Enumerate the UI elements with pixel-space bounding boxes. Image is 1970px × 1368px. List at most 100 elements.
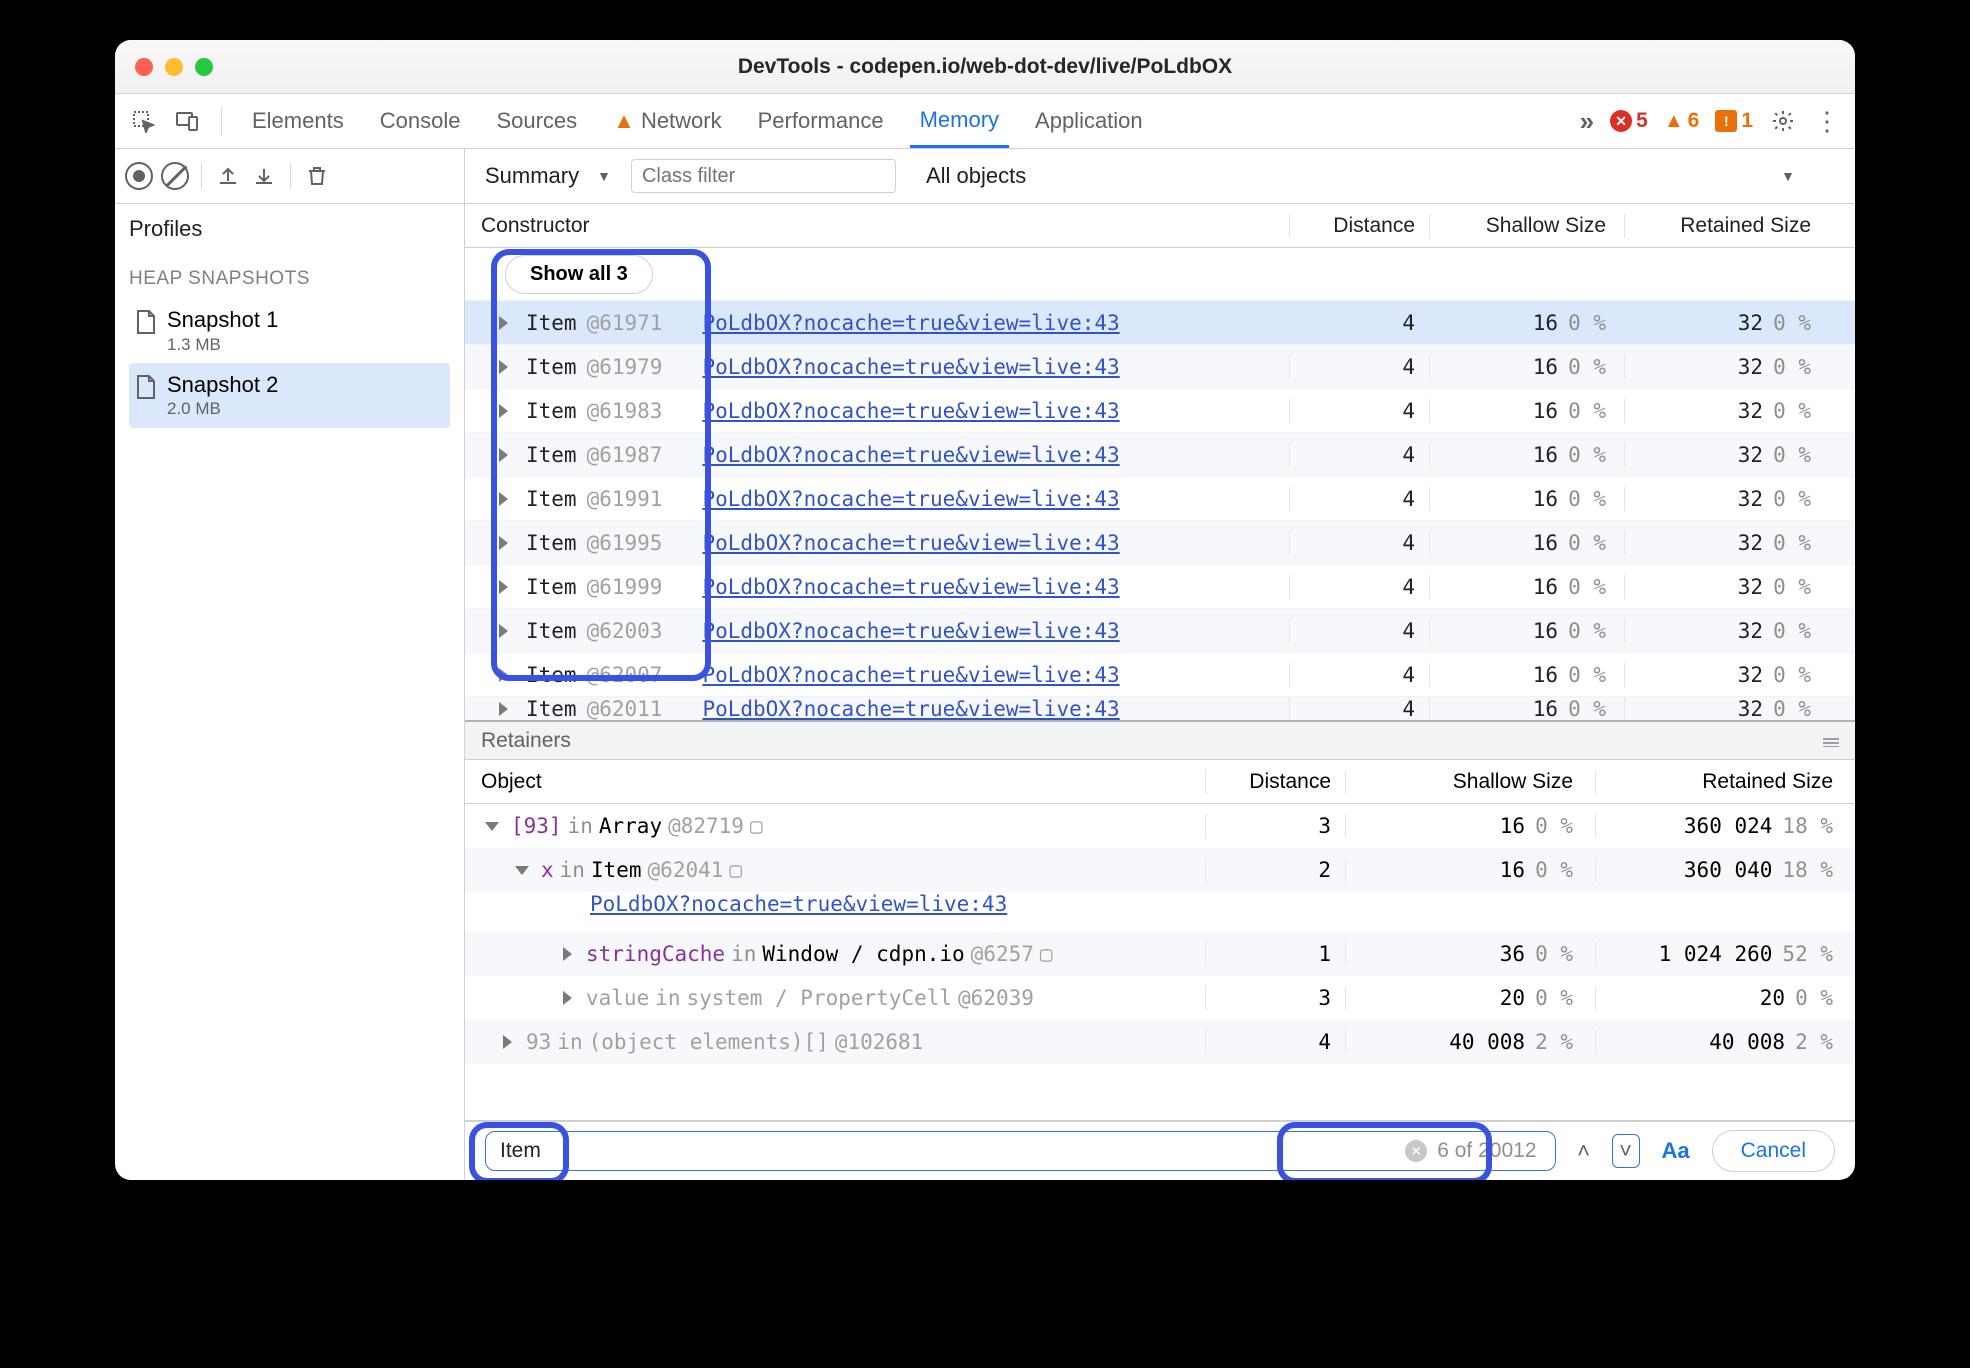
search-input[interactable] <box>500 1139 1405 1163</box>
col-constructor[interactable]: Constructor <box>465 214 1289 238</box>
chevron-down-icon[interactable] <box>485 822 499 831</box>
col-retained[interactable]: Retained Size <box>1595 770 1855 794</box>
warnings-badge[interactable]: ▲6 <box>1664 109 1699 133</box>
gear-icon[interactable] <box>1769 107 1797 135</box>
chevron-right-icon[interactable] <box>499 492 508 506</box>
source-link[interactable]: PoLdbOX?nocache=true&view=live:43 <box>702 531 1119 555</box>
warning-icon: ▲ <box>1664 110 1684 133</box>
source-link[interactable]: PoLdbOX?nocache=true&view=live:43 <box>702 619 1119 643</box>
constructor-row[interactable]: Item @61971PoLdbOX?nocache=true&view=liv… <box>465 300 1855 344</box>
class-filter-input[interactable] <box>631 159 896 193</box>
match-case-toggle[interactable]: Aa <box>1662 1138 1690 1164</box>
device-icon[interactable] <box>173 107 201 135</box>
source-link[interactable]: PoLdbOX?nocache=true&view=live:43 <box>590 892 1007 916</box>
clear-icon[interactable]: ✕ <box>1405 1140 1427 1162</box>
chevron-right-icon[interactable] <box>563 947 572 961</box>
trash-icon[interactable] <box>303 162 331 190</box>
chevron-right-icon[interactable] <box>499 360 508 374</box>
chevron-right-icon[interactable] <box>499 580 508 594</box>
snapshot-name: Snapshot 1 <box>167 306 278 334</box>
tab-application[interactable]: Application <box>1025 94 1153 148</box>
snapshot-size: 1.3 MB <box>167 334 278 355</box>
constructor-row[interactable]: Item @61995PoLdbOX?nocache=true&view=liv… <box>465 520 1855 564</box>
prev-match-icon[interactable]: ˄ <box>1570 1134 1598 1168</box>
scope-chevron-icon[interactable]: ▼ <box>1781 168 1795 184</box>
tab-sources[interactable]: Sources <box>486 94 587 148</box>
snapshot-size: 2.0 MB <box>167 398 278 419</box>
col-object[interactable]: Object <box>465 770 1205 794</box>
retainer-row[interactable]: x in Item @62041 ▢ 2 160 % 360 04018 % <box>465 848 1855 892</box>
view-mode-dropdown[interactable]: Summary▼ <box>485 163 611 189</box>
retainer-row[interactable]: [93] in Array @82719 ▢ 3 160 % 360 02418… <box>465 804 1855 848</box>
profiles-title: Profiles <box>129 216 450 242</box>
sidebar-toolbar <box>115 149 464 204</box>
errors-badge[interactable]: ✕5 <box>1610 109 1648 133</box>
tab-elements[interactable]: Elements <box>242 94 354 148</box>
constructor-row[interactable]: Item @61979PoLdbOX?nocache=true&view=liv… <box>465 344 1855 388</box>
kebab-icon[interactable]: ⋮ <box>1813 107 1841 135</box>
tab-memory[interactable]: Memory <box>910 94 1009 148</box>
source-link[interactable]: PoLdbOX?nocache=true&view=live:43 <box>702 355 1119 379</box>
snapshot-item[interactable]: Snapshot 11.3 MB <box>129 298 450 363</box>
snapshot-icon <box>135 374 157 406</box>
constructor-row[interactable]: Item @62011PoLdbOX?nocache=true&view=liv… <box>465 696 1855 720</box>
constructor-grid: Constructor Distance Shallow Size Retain… <box>465 204 1855 722</box>
chevron-right-icon[interactable] <box>499 668 508 682</box>
col-retained[interactable]: Retained Size <box>1624 214 1829 238</box>
tab-performance[interactable]: Performance <box>748 94 894 148</box>
chevron-right-icon[interactable] <box>499 624 508 638</box>
retainer-row[interactable]: 93 in (object elements)[] @102681 4 40 0… <box>465 1020 1855 1064</box>
chevron-right-icon[interactable] <box>503 1035 512 1049</box>
source-link[interactable]: PoLdbOX?nocache=true&view=live:43 <box>702 443 1119 467</box>
grid-header: Constructor Distance Shallow Size Retain… <box>465 204 1855 248</box>
upload-icon[interactable] <box>214 162 242 190</box>
constructor-row[interactable]: Item @61987PoLdbOX?nocache=true&view=liv… <box>465 432 1855 476</box>
inspect-icon[interactable] <box>129 107 157 135</box>
col-distance[interactable]: Distance <box>1289 214 1429 238</box>
source-link[interactable]: PoLdbOX?nocache=true&view=live:43 <box>702 399 1119 423</box>
show-all-button[interactable]: Show all 3 <box>505 255 653 294</box>
retainers-bar: Retainers <box>465 722 1855 760</box>
chevron-right-icon[interactable] <box>499 404 508 418</box>
cancel-button[interactable]: Cancel <box>1712 1130 1835 1172</box>
retainers-grid: Object Distance Shallow Size Retained Si… <box>465 760 1855 1120</box>
chevron-right-icon[interactable] <box>499 316 508 330</box>
chevron-right-icon[interactable] <box>499 536 508 550</box>
source-link[interactable]: PoLdbOX?nocache=true&view=live:43 <box>702 663 1119 687</box>
col-shallow[interactable]: Shallow Size <box>1345 770 1595 794</box>
source-link[interactable]: PoLdbOX?nocache=true&view=live:43 <box>702 487 1119 511</box>
retainer-row[interactable]: stringCache in Window / cdpn.io @6257 ▢ … <box>465 932 1855 976</box>
constructor-row[interactable]: Item @61999PoLdbOX?nocache=true&view=liv… <box>465 564 1855 608</box>
retainer-row[interactable]: value in system / PropertyCell @62039 3 … <box>465 976 1855 1020</box>
scope-dropdown[interactable]: All objects <box>926 163 1026 189</box>
snapshot-item[interactable]: Snapshot 22.0 MB <box>129 363 450 428</box>
heap-snapshots-title: HEAP SNAPSHOTS <box>129 268 450 290</box>
download-icon[interactable] <box>250 162 278 190</box>
col-distance[interactable]: Distance <box>1205 770 1345 794</box>
tab-console[interactable]: Console <box>370 94 471 148</box>
next-match-icon[interactable]: ˅ <box>1612 1134 1640 1168</box>
show-all-row: Show all 3 <box>465 248 1855 300</box>
record-icon[interactable] <box>125 162 153 190</box>
chevron-right-icon[interactable] <box>499 448 508 462</box>
constructor-row[interactable]: Item @62007PoLdbOX?nocache=true&view=liv… <box>465 652 1855 696</box>
source-link[interactable]: PoLdbOX?nocache=true&view=live:43 <box>702 697 1119 721</box>
separator <box>221 106 222 136</box>
drag-handle-icon[interactable] <box>1823 729 1839 753</box>
issues-badge[interactable]: !1 <box>1715 109 1753 133</box>
main-area: Profiles HEAP SNAPSHOTS Snapshot 11.3 MB… <box>115 149 1855 1180</box>
source-link[interactable]: PoLdbOX?nocache=true&view=live:43 <box>702 311 1119 335</box>
chevron-right-icon[interactable] <box>499 702 508 716</box>
tab-network[interactable]: ▲Network <box>603 94 731 148</box>
overflow-tabs[interactable]: » <box>1580 106 1594 137</box>
source-link[interactable]: PoLdbOX?nocache=true&view=live:43 <box>702 575 1119 599</box>
chevron-right-icon[interactable] <box>563 991 572 1005</box>
constructor-row[interactable]: Item @61983PoLdbOX?nocache=true&view=liv… <box>465 388 1855 432</box>
constructor-row[interactable]: Item @61991PoLdbOX?nocache=true&view=liv… <box>465 476 1855 520</box>
search-input-wrap: ✕ 6 of 20012 <box>485 1131 1556 1171</box>
constructor-row[interactable]: Item @62003PoLdbOX?nocache=true&view=liv… <box>465 608 1855 652</box>
clear-icon[interactable] <box>161 162 189 190</box>
col-shallow[interactable]: Shallow Size <box>1429 214 1624 238</box>
error-icon: ✕ <box>1610 110 1632 132</box>
chevron-down-icon[interactable] <box>515 866 529 875</box>
